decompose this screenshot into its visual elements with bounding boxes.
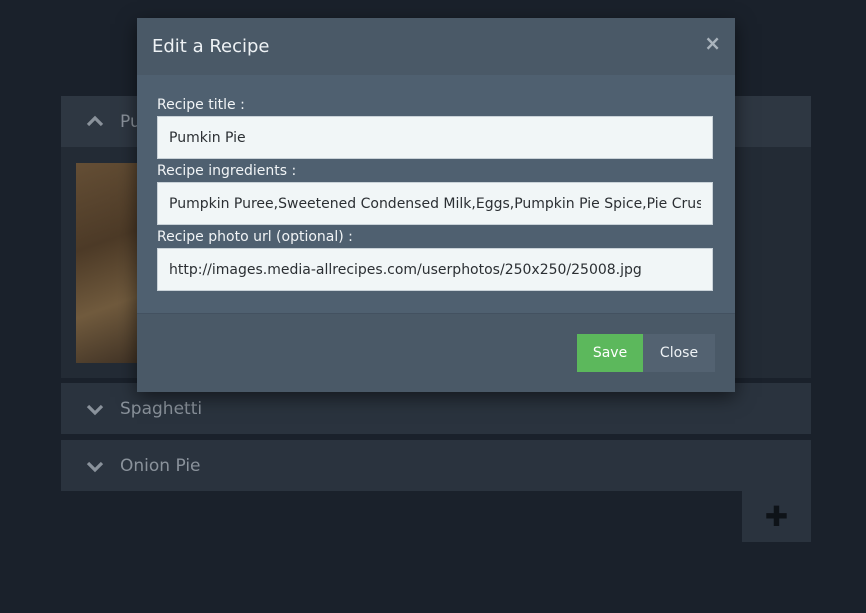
modal-header: Edit a Recipe × [137,18,735,76]
recipe-photo-url-input[interactable] [157,248,713,291]
recipe-title-label: Recipe title : [157,97,245,113]
recipe-panel-header[interactable]: Onion Pie [61,440,811,491]
add-recipe-button[interactable]: ✚ [742,491,811,542]
edit-recipe-modal: Edit a Recipe × Recipe title : Recipe in… [137,18,735,392]
plus-icon: ✚ [764,500,789,533]
save-button[interactable]: Save [577,334,643,372]
modal-title: Edit a Recipe [152,36,270,57]
chevron-down-icon [85,399,105,419]
chevron-down-icon [85,456,105,476]
modal-body: Recipe title : Recipe ingredients : Reci… [137,75,735,313]
recipe-panel: Onion Pie [61,440,811,491]
recipe-ingredients-label: Recipe ingredients : [157,163,297,179]
recipe-title: Onion Pie [120,455,201,476]
close-button[interactable]: Close [643,334,715,372]
recipe-title-input[interactable] [157,116,713,159]
recipe-photo [76,163,138,363]
chevron-up-icon [85,112,105,132]
recipe-title: Spaghetti [120,398,203,419]
recipe-photo-url-label: Recipe photo url (optional) : [157,229,353,245]
modal-footer: Save Close [137,313,735,392]
close-icon[interactable]: × [704,31,721,55]
recipe-ingredients-input[interactable] [157,182,713,225]
